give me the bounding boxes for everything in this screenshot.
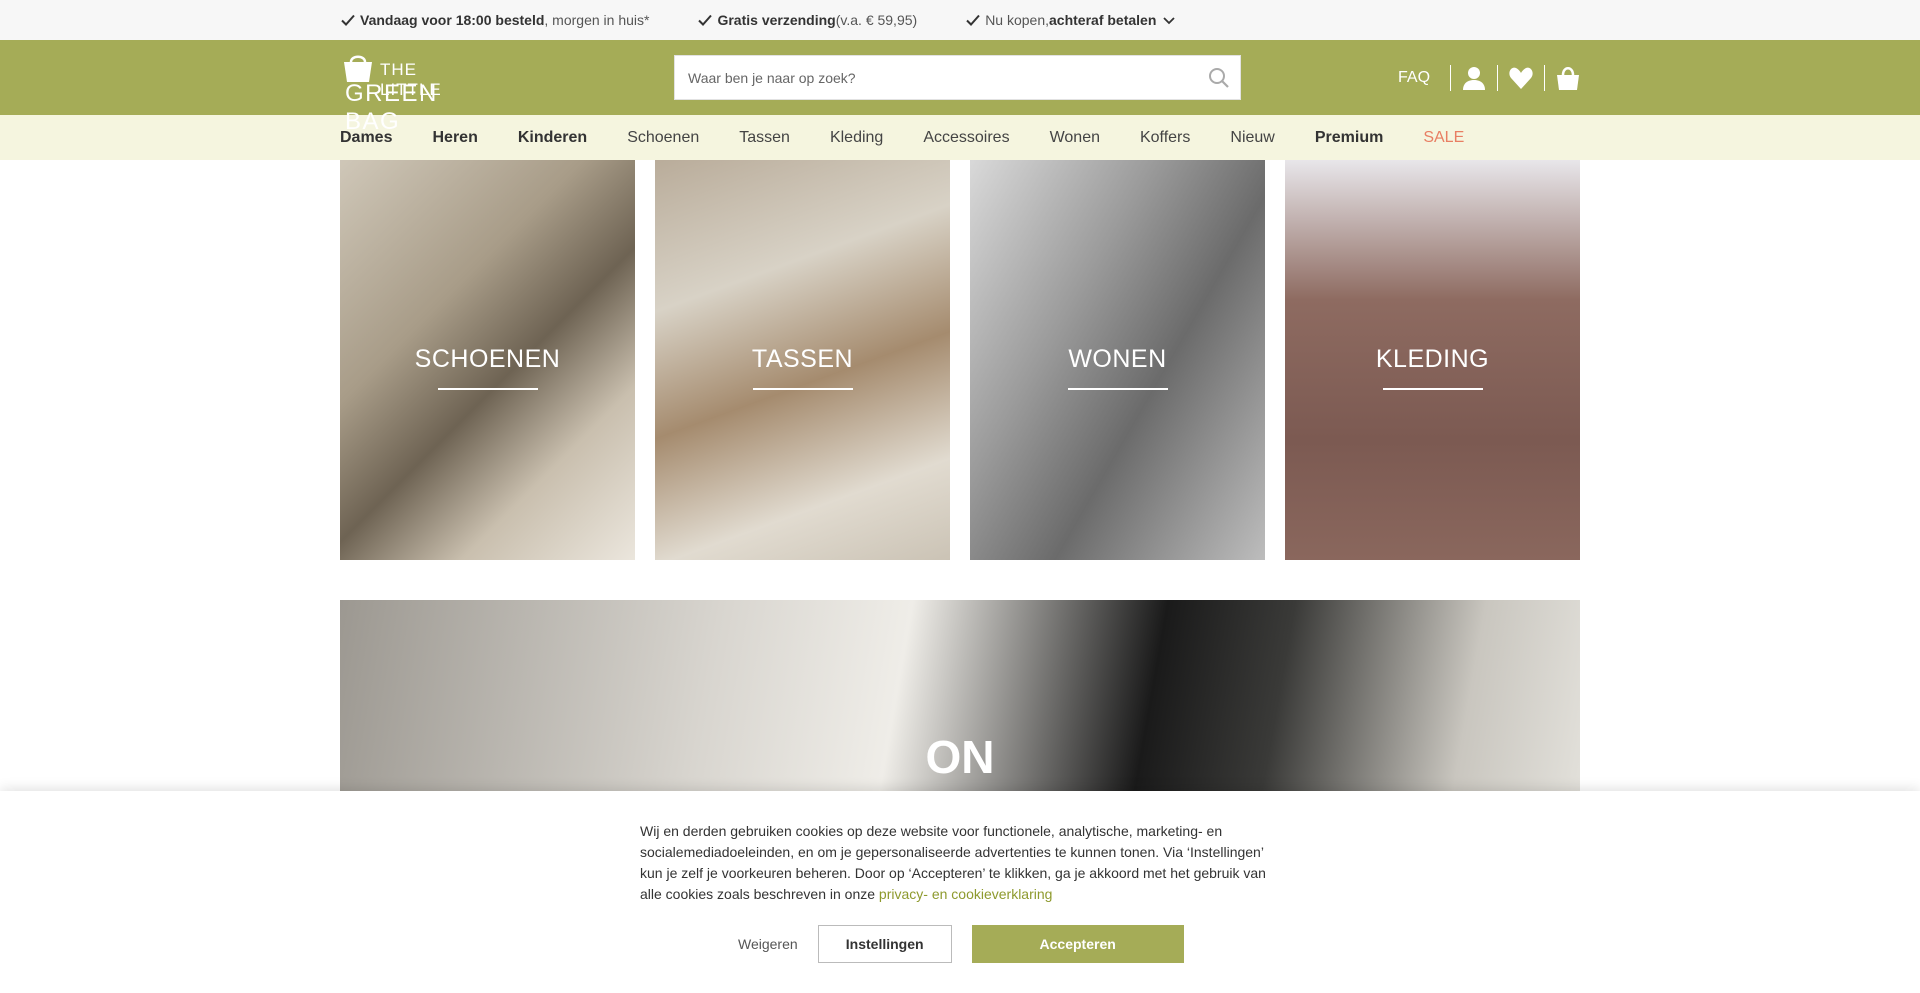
nav-item-tassen[interactable]: Tassen bbox=[739, 129, 790, 147]
usp-delivery-rest: , morgen in huis* bbox=[544, 12, 650, 28]
main-nav: Dames Heren Kinderen Schoenen Tassen Kle… bbox=[0, 115, 1920, 160]
usp-delivery: Vandaag voor 18:00 besteld, morgen in hu… bbox=[340, 12, 649, 28]
nav-item-schoenen[interactable]: Schoenen bbox=[627, 129, 699, 147]
nav-item-premium[interactable]: Premium bbox=[1315, 129, 1383, 147]
brand-banner[interactable]: ON bbox=[340, 600, 1580, 794]
usp-shipping-bold: Gratis verzending bbox=[717, 12, 836, 28]
tile-underline bbox=[437, 388, 538, 390]
nav-item-sale[interactable]: SALE bbox=[1423, 129, 1464, 147]
nav-item-wonen[interactable]: Wonen bbox=[1050, 129, 1100, 147]
faq-link[interactable]: FAQ bbox=[1398, 69, 1430, 87]
privacy-link[interactable]: privacy- en cookieverklaring bbox=[879, 886, 1053, 902]
banner-title: ON bbox=[925, 731, 995, 783]
usp-payment-bold: achteraf betalen bbox=[1049, 12, 1157, 28]
divider bbox=[1544, 65, 1546, 91]
nav-item-accessoires[interactable]: Accessoires bbox=[923, 129, 1009, 147]
category-tiles: SCHOENEN TASSEN WONEN KLEDING bbox=[340, 160, 1580, 560]
category-tile-kleding[interactable]: KLEDING bbox=[1285, 160, 1580, 560]
search-placeholder: Waar ben je naar op zoek? bbox=[688, 69, 856, 86]
tile-label: SCHOENEN bbox=[414, 345, 561, 373]
category-tile-schoenen[interactable]: SCHOENEN bbox=[340, 160, 635, 560]
heart-icon[interactable] bbox=[1508, 65, 1534, 91]
check-icon bbox=[966, 14, 980, 26]
logo-line2: GREEN BAG bbox=[345, 80, 438, 135]
category-tile-tassen[interactable]: TASSEN bbox=[655, 160, 950, 560]
tile-label: KLEDING bbox=[1375, 345, 1490, 373]
reject-button[interactable]: Weigeren bbox=[738, 936, 798, 952]
tile-underline bbox=[752, 388, 853, 390]
search-input[interactable]: Waar ben je naar op zoek? bbox=[674, 55, 1241, 100]
header: THE LITTLE GREEN BAG Waar ben je naar op… bbox=[0, 40, 1920, 135]
cookie-banner: Wij en derden gebruiken cookies op deze … bbox=[0, 791, 1920, 993]
usp-delivery-bold: Vandaag voor 18:00 besteld bbox=[360, 12, 545, 28]
nav-item-kinderen[interactable]: Kinderen bbox=[518, 129, 587, 147]
check-icon bbox=[341, 14, 355, 26]
nav-item-koffers[interactable]: Koffers bbox=[1140, 129, 1190, 147]
tile-underline bbox=[1382, 388, 1483, 390]
settings-button[interactable]: Instellingen bbox=[817, 925, 952, 963]
logo[interactable]: THE LITTLE GREEN BAG bbox=[340, 50, 482, 135]
nav-item-kleding[interactable]: Kleding bbox=[830, 129, 883, 147]
nav-item-nieuw[interactable]: Nieuw bbox=[1230, 129, 1274, 147]
tile-underline bbox=[1067, 388, 1168, 390]
usp-payment-rest: Nu kopen, bbox=[985, 12, 1050, 28]
check-icon bbox=[698, 14, 713, 26]
usp-shipping-rest: (v.a. € 59,95) bbox=[835, 12, 918, 28]
cookie-text: Wij en derden gebruiken cookies op deze … bbox=[640, 821, 1280, 905]
chevron-down-icon[interactable] bbox=[1162, 13, 1176, 27]
category-tile-wonen[interactable]: WONEN bbox=[970, 160, 1265, 560]
search-icon[interactable] bbox=[1208, 67, 1230, 89]
accept-button[interactable]: Accepteren bbox=[971, 925, 1184, 963]
cookie-buttons: Weigeren Instellingen Accepteren bbox=[738, 925, 1184, 963]
account-icon[interactable] bbox=[1461, 65, 1487, 91]
usp-bar: Vandaag voor 18:00 besteld, morgen in hu… bbox=[0, 0, 1920, 40]
divider bbox=[1450, 65, 1452, 91]
shopping-bag-icon[interactable] bbox=[1555, 65, 1581, 91]
header-icons: FAQ bbox=[1398, 58, 1581, 98]
bag-logo-icon bbox=[344, 55, 372, 82]
divider bbox=[1497, 65, 1499, 91]
usp-shipping: Gratis verzending (v.a. € 59,95) bbox=[697, 12, 917, 28]
tile-label: TASSEN bbox=[751, 345, 854, 373]
tile-label: WONEN bbox=[1068, 345, 1167, 373]
usp-payment[interactable]: Nu kopen, achteraf betalen bbox=[965, 12, 1176, 28]
